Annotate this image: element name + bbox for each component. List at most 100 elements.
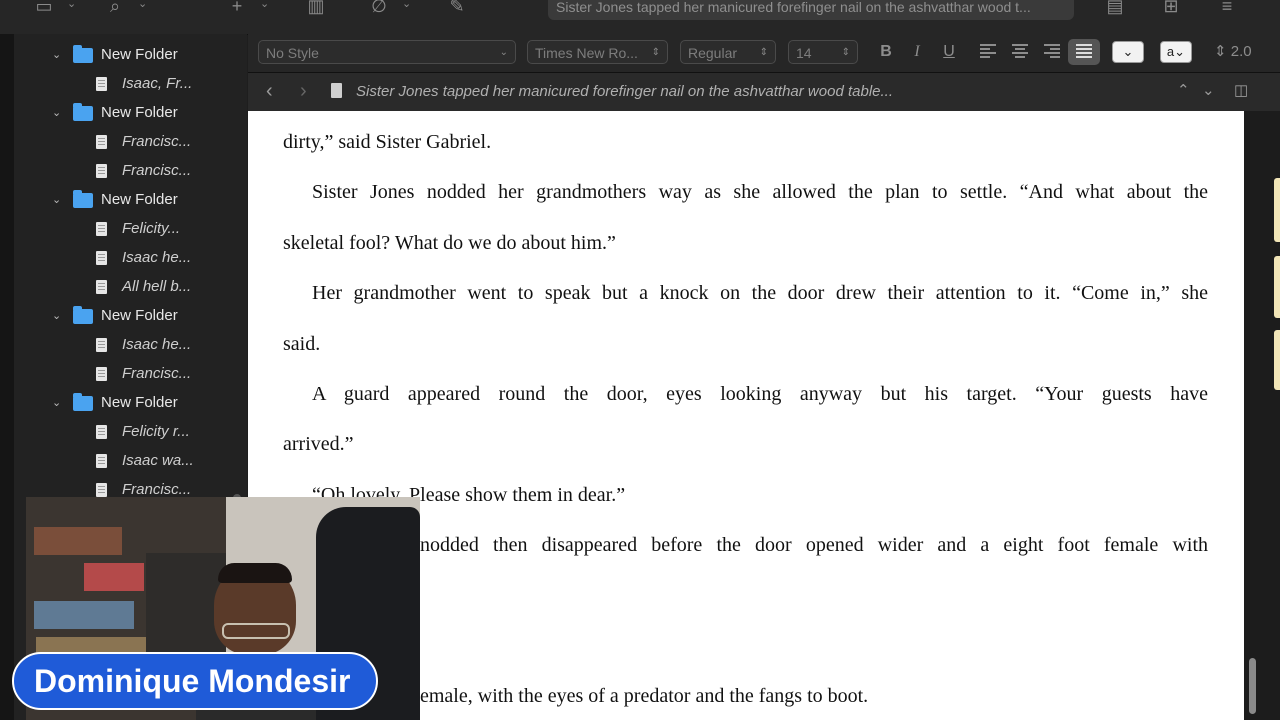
split-view-icon[interactable]: ◫ — [1234, 79, 1248, 103]
stepper-icon: ⇕ — [651, 47, 660, 58]
doc-label: Felicity r... — [122, 423, 190, 440]
font-family-value: Times New Ro... — [535, 45, 638, 61]
document-icon — [96, 135, 107, 149]
menu-icon[interactable]: ≡ — [1216, 0, 1238, 16]
doc-label: Isaac he... — [122, 249, 192, 266]
folder-label: New Folder — [101, 307, 178, 324]
folder-icon — [73, 103, 93, 121]
main-toolbar: ▭ ⌄ ⌕ ⌄ + ⌄ ▥ ∅ ⌄ ✎ Sister Jones tapped … — [0, 0, 1280, 35]
binder-doc[interactable]: All hell b... — [14, 275, 247, 299]
stepper-icon: ⇕ — [759, 47, 768, 58]
binder-doc[interactable]: Francisc... — [14, 130, 247, 154]
grid-view-icon[interactable]: ⊞ — [1160, 0, 1182, 16]
font-weight-value: Regular — [688, 45, 738, 61]
editor-scrollbar[interactable] — [1249, 658, 1256, 714]
style-select[interactable]: No Style ⌄ — [258, 40, 516, 64]
binder-doc[interactable]: Francisc... — [14, 362, 247, 386]
line-spacing-value: 2.0 — [1230, 43, 1252, 60]
chevron-down-icon[interactable]: ⌄ — [402, 0, 411, 10]
binder-folder[interactable]: ⌄ New Folder — [14, 43, 247, 67]
binder-folder[interactable]: ⌄ New Folder — [14, 391, 247, 415]
attach-icon[interactable]: ∅ — [368, 0, 390, 16]
binder-folder[interactable]: ⌄ New Folder — [14, 188, 247, 212]
text-line: Her grandmother went to speak but a knoc… — [312, 282, 1208, 304]
doc-label: Francisc... — [122, 133, 192, 150]
binder-doc[interactable]: Felicity r... — [14, 420, 247, 444]
text-line: Sister Jones nodded her grandmothers way… — [312, 181, 1208, 203]
doc-label: Isaac he... — [122, 336, 192, 353]
highlight-color-swatch[interactable]: ⌄ — [1112, 41, 1144, 63]
folder-icon — [73, 45, 93, 63]
folder-icon — [73, 190, 93, 208]
add-icon[interactable]: + — [226, 0, 248, 16]
editor-header-bar: ‹ › Sister Jones tapped her manicured fo… — [248, 73, 1280, 112]
chevron-down-icon[interactable]: ⌄ — [1202, 79, 1215, 103]
document-title-field[interactable]: Sister Jones tapped her manicured forefi… — [548, 0, 1074, 20]
chevron-down-icon[interactable]: ⌄ — [67, 0, 76, 10]
align-left-icon[interactable] — [980, 44, 996, 58]
format-bar: No Style ⌄ Times New Ro... ⇕ Regular ⇕ 14 ⇕ … — [248, 34, 1280, 73]
doc-label: Francisc... — [122, 365, 192, 382]
align-justify-button[interactable] — [1068, 39, 1100, 65]
sidebar-icon[interactable]: ▭ — [33, 0, 55, 16]
document-icon — [331, 83, 342, 98]
document-icon — [96, 280, 107, 294]
compose-icon[interactable]: ✎ — [446, 0, 468, 16]
text-color-swatch[interactable]: a⌄ — [1160, 41, 1192, 63]
sidebar-edge — [0, 34, 14, 720]
font-size-select[interactable]: 14 ⇕ — [788, 40, 858, 64]
text-line: A guard appeared round the door, eyes lo… — [312, 383, 1208, 405]
trash-icon[interactable]: ▥ — [305, 0, 327, 16]
folder-label: New Folder — [101, 191, 178, 208]
italic-button[interactable]: I — [905, 40, 929, 64]
search-icon[interactable]: ⌕ — [104, 0, 126, 16]
chevron-down-icon[interactable]: ⌄ — [52, 188, 61, 212]
doc-label: Felicity... — [122, 220, 181, 237]
font-weight-select[interactable]: Regular ⇕ — [680, 40, 776, 64]
binder-doc[interactable]: Isaac, Fr... — [14, 72, 247, 96]
document-icon — [96, 454, 107, 468]
books — [34, 527, 122, 555]
chevron-down-icon[interactable]: ⌄ — [52, 43, 61, 67]
chevron-down-icon[interactable]: ⌄ — [52, 304, 61, 328]
binder-doc[interactable]: Francisc... — [14, 159, 247, 183]
presenter-hair — [218, 563, 292, 583]
stepper-icon: ⇕ — [841, 47, 850, 58]
style-value: No Style — [266, 45, 319, 61]
folder-icon — [73, 393, 93, 411]
line-spacing-control[interactable]: ⇕ 2.0 — [1214, 40, 1252, 64]
bold-button[interactable]: B — [874, 40, 898, 64]
folder-label: New Folder — [101, 394, 178, 411]
underline-button[interactable]: U — [937, 40, 961, 64]
folder-icon — [73, 306, 93, 324]
books — [34, 601, 134, 629]
binder-doc[interactable]: Felicity... — [14, 217, 247, 241]
align-right-icon[interactable] — [1044, 44, 1060, 58]
page-view-icon[interactable]: ▤ — [1104, 0, 1126, 16]
text-line: skeletal fool? What do we do about him.” — [283, 232, 616, 254]
align-center-icon[interactable] — [1012, 44, 1028, 58]
chevron-down-icon[interactable]: ⌄ — [260, 0, 269, 10]
forward-arrow-icon[interactable]: › — [300, 79, 307, 103]
document-icon — [96, 251, 107, 265]
books — [84, 563, 144, 591]
binder-folder[interactable]: ⌄ New Folder — [14, 304, 247, 328]
folder-label: New Folder — [101, 46, 178, 63]
inspector-tab[interactable] — [1274, 178, 1280, 242]
inspector-tab[interactable] — [1274, 330, 1280, 390]
document-icon — [96, 483, 107, 497]
back-arrow-icon[interactable]: ‹ — [266, 79, 273, 103]
doc-label: Isaac, Fr... — [122, 75, 193, 92]
binder-doc[interactable]: Isaac he... — [14, 333, 247, 357]
presenter-name-badge: Dominique Mondesir — [12, 652, 378, 710]
chevron-down-icon[interactable]: ⌄ — [52, 391, 61, 415]
chevron-up-icon[interactable]: ⌃ — [1177, 79, 1190, 103]
font-family-select[interactable]: Times New Ro... ⇕ — [527, 40, 668, 64]
chevron-down-icon[interactable]: ⌄ — [138, 0, 147, 10]
text-line: arrived.” — [283, 433, 354, 455]
binder-doc[interactable]: Isaac he... — [14, 246, 247, 270]
chevron-down-icon[interactable]: ⌄ — [52, 101, 61, 125]
inspector-tab[interactable] — [1274, 256, 1280, 318]
binder-doc[interactable]: Isaac wa... — [14, 449, 247, 473]
binder-folder[interactable]: ⌄ New Folder — [14, 101, 247, 125]
